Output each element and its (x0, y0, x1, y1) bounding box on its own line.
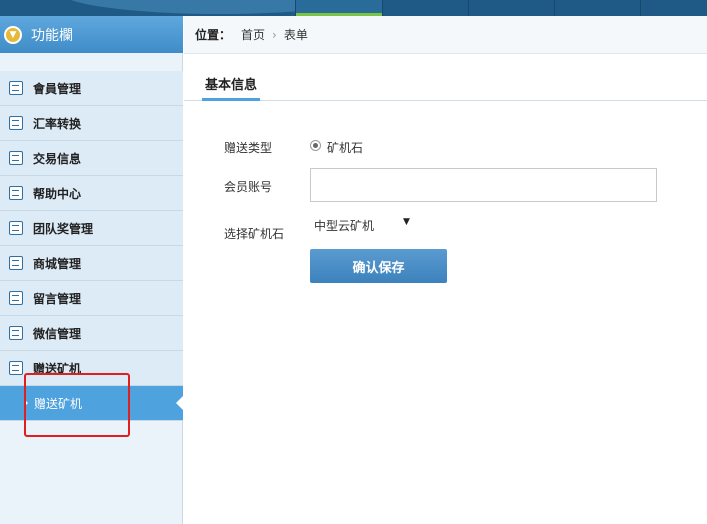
sidebar-item-label: 帮助中心 (33, 186, 82, 201)
chevron-down-icon: ▼ (4, 25, 22, 44)
select-miner-label: 选择矿机石 (224, 227, 285, 241)
sidebar-item-gift-miner[interactable]: 赠送矿机 (0, 351, 183, 386)
sidebar-item-member-management[interactable]: 會員管理 (0, 71, 183, 106)
sidebar-item-label: 留言管理 (33, 291, 82, 306)
tab-basic-info[interactable]: 基本信息 (202, 74, 261, 101)
sidebar-header[interactable]: ▼ 功能欄 (0, 16, 183, 53)
caret-right-icon (24, 399, 28, 407)
miner-select-value: 中型云矿机 (314, 218, 375, 233)
edit-icon (9, 291, 23, 305)
sidebar-item-label: 团队奖管理 (33, 221, 94, 236)
active-indicator (176, 396, 183, 410)
confirm-save-button[interactable]: 确认保存 (310, 249, 447, 283)
miner-select[interactable]: 中型云矿机 ▼ (310, 213, 415, 237)
banner-divider (468, 0, 469, 16)
sidebar-item-label: 汇率转换 (33, 116, 82, 131)
list-icon (9, 151, 23, 165)
sidebar-item-label: 微信管理 (33, 326, 82, 341)
sidebar-item-mall[interactable]: 商城管理 (0, 246, 183, 281)
tab-bar: 基本信息 (184, 54, 707, 101)
banner-divider (382, 0, 383, 16)
breadcrumb-current[interactable]: 表单 (284, 26, 308, 43)
calendar-icon (9, 256, 23, 270)
member-account-label: 会员账号 (224, 180, 273, 194)
chat-icon (9, 361, 23, 375)
chat-icon (9, 116, 23, 130)
gift-type-label: 赠送类型 (224, 141, 273, 155)
sidebar-item-transactions[interactable]: 交易信息 (0, 141, 183, 176)
breadcrumb-separator: › (272, 27, 277, 42)
gift-type-option-label: 矿机石 (327, 141, 364, 155)
breadcrumb-home-link[interactable]: 首页 (241, 26, 265, 43)
chat-icon (9, 326, 23, 340)
sidebar-header-label: 功能欄 (31, 27, 73, 44)
edit-icon (9, 186, 23, 200)
sidebar-item-exchange-rate[interactable]: 汇率转换 (0, 106, 183, 141)
sidebar-item-label: 會員管理 (33, 81, 82, 96)
list-icon (9, 81, 23, 95)
sidebar-item-team-bonus[interactable]: 团队奖管理 (0, 211, 183, 246)
member-account-input[interactable] (310, 168, 657, 202)
top-nav-tab-active[interactable] (296, 0, 382, 16)
top-banner (0, 0, 707, 16)
sidebar-item-label: 商城管理 (33, 256, 82, 271)
breadcrumb: 位置： 首页 › 表单 (184, 16, 707, 54)
banner-divider (554, 0, 555, 16)
sidebar-item-label: 赠送矿机 (33, 361, 82, 376)
calendar-icon (9, 221, 23, 235)
sidebar-item-wechat[interactable]: 微信管理 (0, 316, 183, 351)
sidebar-item-label: 交易信息 (33, 151, 82, 166)
sidebar-subitem-gift-miner[interactable]: 赠送矿机 (0, 386, 183, 421)
breadcrumb-label: 位置： (195, 28, 232, 42)
dropdown-caret-icon: ▼ (403, 217, 410, 227)
banner-divider (640, 0, 641, 16)
gift-type-radio[interactable] (310, 140, 321, 151)
sidebar-item-messages[interactable]: 留言管理 (0, 281, 183, 316)
sidebar-subitem-label: 赠送矿机 (34, 396, 83, 411)
sidebar-item-help-center[interactable]: 帮助中心 (0, 176, 183, 211)
